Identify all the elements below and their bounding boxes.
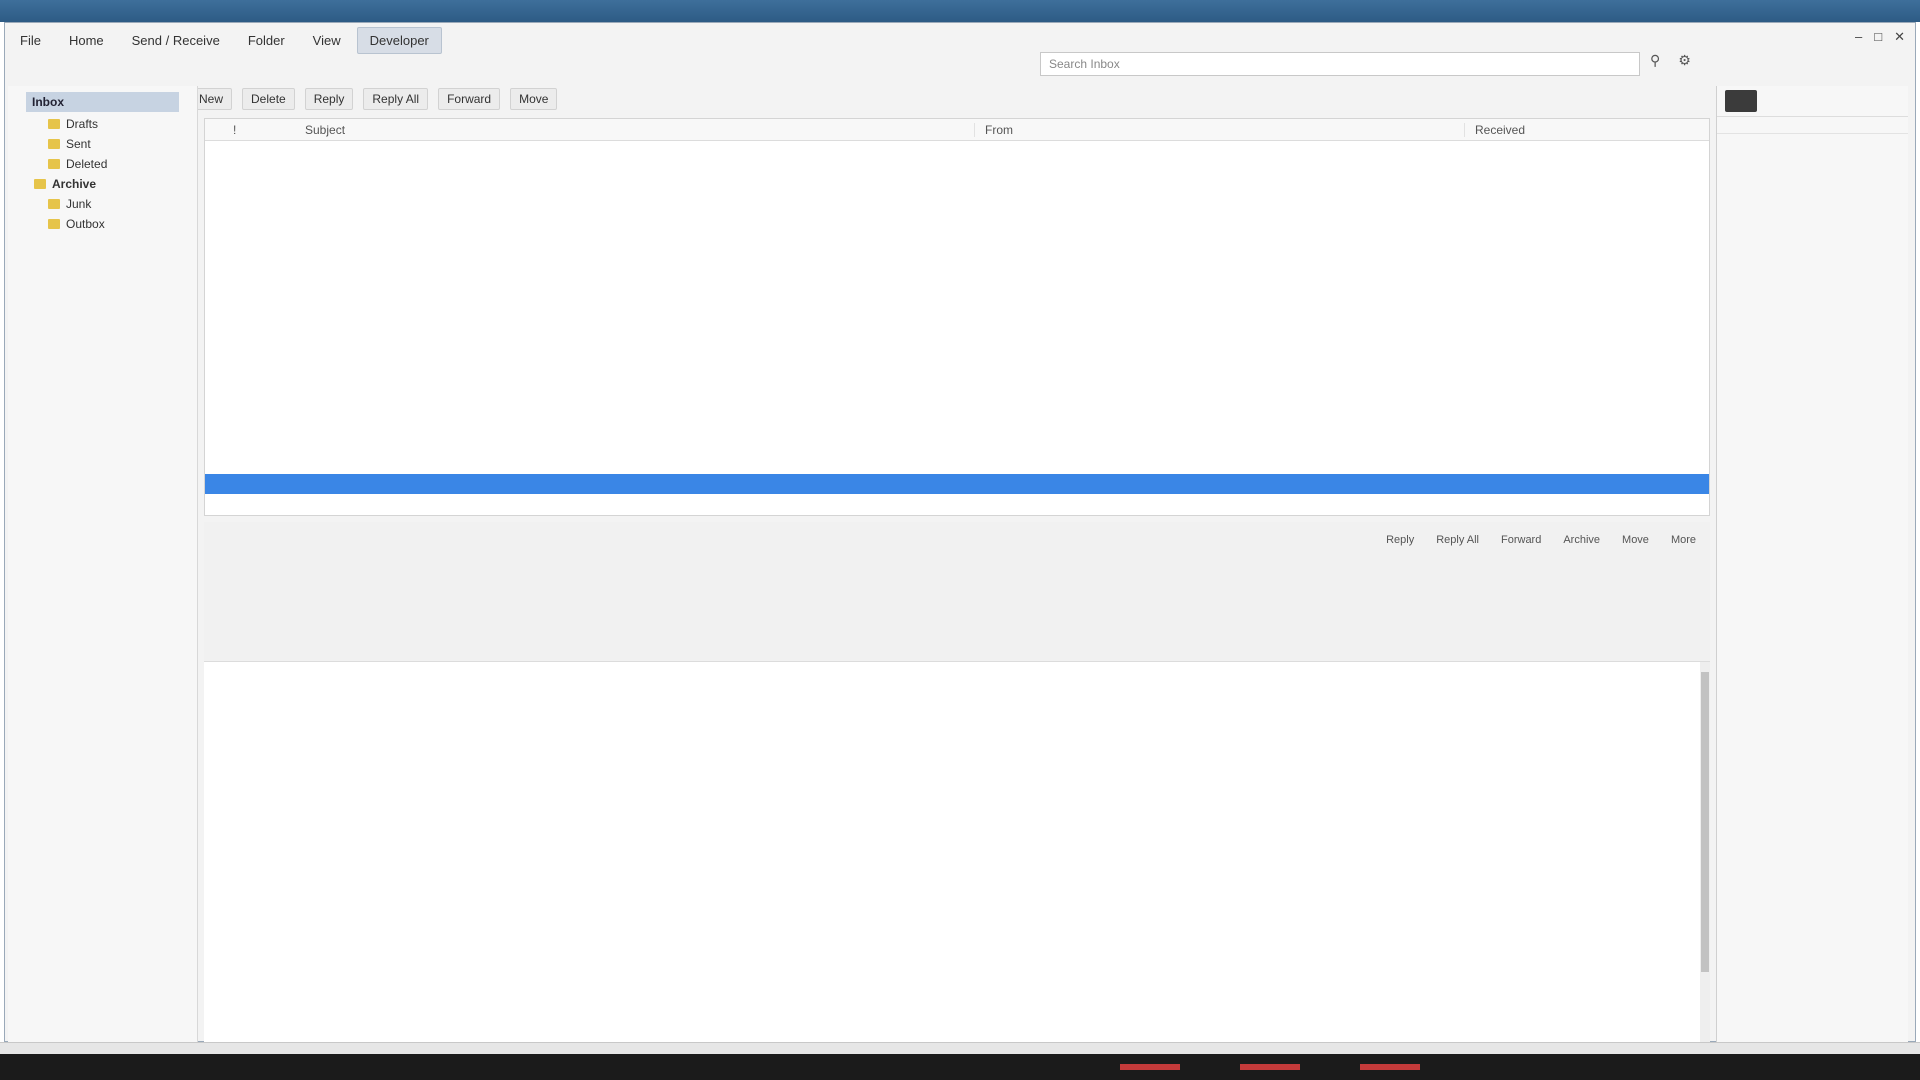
table-row[interactable] <box>205 474 1709 494</box>
search-icon[interactable]: ⚲ <box>1650 52 1660 69</box>
folder-item[interactable]: Junk <box>8 194 197 214</box>
folder-pane: Inbox Drafts Sent Deleted Archive Junk Outbox <box>8 86 198 1046</box>
taskbar <box>0 1054 1920 1080</box>
folder-icon <box>48 219 60 229</box>
folder-icon <box>48 159 60 169</box>
table-row[interactable] <box>205 298 1709 318</box>
reading-actions: Reply Reply All Forward Archive Move Mor… <box>1380 532 1702 548</box>
tab-file[interactable]: File <box>8 28 53 53</box>
reading-more-button[interactable]: More <box>1665 532 1702 548</box>
column-date[interactable]: Received <box>1465 123 1705 137</box>
forward-button[interactable]: Forward <box>438 88 501 110</box>
folder-item[interactable]: Sent <box>8 134 197 154</box>
table-row[interactable] <box>205 200 1709 220</box>
column-from[interactable]: From <box>975 122 1465 137</box>
title-bar <box>0 0 1920 22</box>
reading-reply-all-button[interactable]: Reply All <box>1430 532 1485 548</box>
folder-label: Deleted <box>66 157 108 171</box>
table-row[interactable] <box>205 337 1709 357</box>
settings-icon[interactable]: ⚙ <box>1678 52 1691 69</box>
reading-header: Reply Reply All Forward Archive Move Mor… <box>204 522 1710 662</box>
table-row[interactable] <box>205 141 1709 161</box>
table-row[interactable] <box>205 435 1709 455</box>
tab-send-receive[interactable]: Send / Receive <box>120 28 232 53</box>
folder-icon <box>48 139 60 149</box>
folder-label: Outbox <box>66 217 105 231</box>
maximize-icon[interactable]: □ <box>1874 29 1882 45</box>
close-icon[interactable]: ✕ <box>1894 29 1905 45</box>
right-pane-item-1[interactable] <box>1717 134 1908 150</box>
move-button[interactable]: Move <box>510 88 558 110</box>
table-row[interactable] <box>205 161 1709 181</box>
tab-folder[interactable]: Folder <box>236 28 297 53</box>
folder-label: Archive <box>52 177 97 191</box>
table-row[interactable] <box>205 455 1709 475</box>
table-row[interactable] <box>205 396 1709 416</box>
folder-list: Drafts Sent Deleted Archive Junk Outbox <box>8 114 197 234</box>
table-row[interactable] <box>205 239 1709 259</box>
message-list: ! Subject From Received <box>204 118 1710 516</box>
reading-move-button[interactable]: Move <box>1616 532 1655 548</box>
table-row[interactable] <box>205 376 1709 396</box>
table-row[interactable] <box>205 219 1709 239</box>
folder-icon <box>48 119 60 129</box>
reading-reply-button[interactable]: Reply <box>1380 532 1420 548</box>
search-input[interactable]: Search Inbox <box>1040 52 1640 76</box>
right-pane-header <box>1717 86 1908 117</box>
reply-button[interactable]: Reply <box>304 88 354 110</box>
list-header: ! Subject From Received <box>205 119 1709 141</box>
avatar <box>1725 90 1757 112</box>
top-icons: ⚲ ⚙ <box>1650 52 1691 69</box>
window-controls: – □ ✕ <box>1855 29 1905 45</box>
folder-item[interactable]: Deleted <box>8 154 197 174</box>
table-row[interactable] <box>205 180 1709 200</box>
right-pane <box>1716 86 1908 1042</box>
minimize-icon[interactable]: – <box>1855 29 1862 45</box>
folder-item[interactable]: Archive <box>8 174 197 194</box>
right-pane-item-2[interactable] <box>1717 150 1908 166</box>
tab-developer[interactable]: Developer <box>356 26 442 54</box>
folder-icon <box>34 179 46 189</box>
folder-label: Sent <box>66 137 91 151</box>
taskbar-marker-1 <box>1120 1064 1180 1070</box>
table-row[interactable] <box>205 357 1709 377</box>
reading-archive-button[interactable]: Archive <box>1557 532 1606 548</box>
table-row[interactable] <box>205 317 1709 337</box>
reading-body <box>204 662 1710 1042</box>
column-subject[interactable]: Subject <box>295 122 975 137</box>
folder-label: Drafts <box>66 117 99 131</box>
taskbar-marker-3 <box>1360 1064 1420 1070</box>
tab-view[interactable]: View <box>301 28 353 53</box>
message-rows <box>205 141 1709 494</box>
ribbon-tabs: File Home Send / Receive Folder View Dev… <box>8 26 442 54</box>
table-row[interactable] <box>205 259 1709 279</box>
toolbar: New Delete Reply Reply All Forward Move <box>190 86 558 112</box>
reading-forward-button[interactable]: Forward <box>1495 532 1547 548</box>
folder-icon <box>48 199 60 209</box>
reply-all-button[interactable]: Reply All <box>363 88 429 110</box>
folder-account[interactable]: Inbox <box>26 92 179 112</box>
right-pane-section <box>1717 117 1908 134</box>
column-flag[interactable]: ! <box>205 123 295 137</box>
taskbar-marker-2 <box>1240 1064 1300 1070</box>
delete-button[interactable]: Delete <box>242 88 295 110</box>
status-bar <box>0 1042 1920 1054</box>
tab-home[interactable]: Home <box>57 28 116 53</box>
reading-scrollbar[interactable] <box>1700 662 1710 1042</box>
folder-label: Junk <box>66 197 92 211</box>
right-pane-item-3[interactable] <box>1717 166 1908 182</box>
scrollbar-thumb[interactable] <box>1701 672 1709 972</box>
folder-item[interactable]: Drafts <box>8 114 197 134</box>
table-row[interactable] <box>205 278 1709 298</box>
folder-item[interactable]: Outbox <box>8 214 197 234</box>
table-row[interactable] <box>205 415 1709 435</box>
